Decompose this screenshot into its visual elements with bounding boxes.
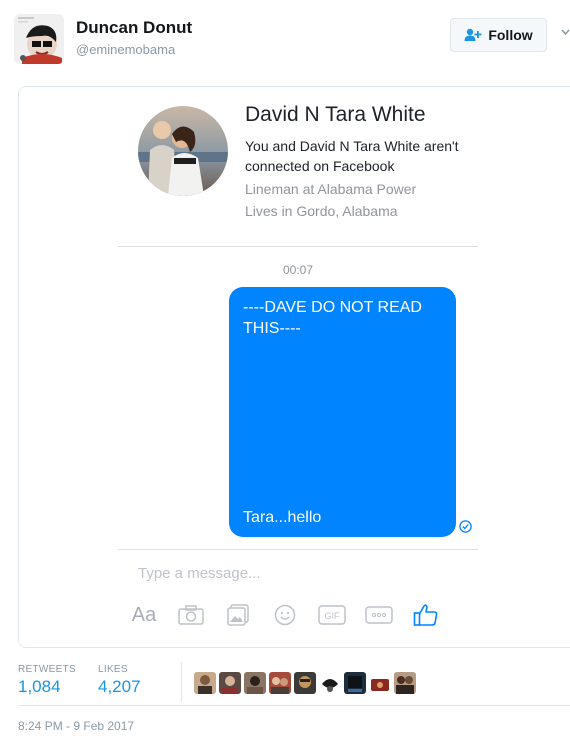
tweet-timestamp[interactable]: 8:24 PM - 9 Feb 2017 xyxy=(18,719,134,733)
retweets-stat[interactable]: RETWEETS 1,084 xyxy=(18,664,76,697)
message-input[interactable]: Type a message... xyxy=(138,565,261,582)
divider xyxy=(18,705,570,706)
divider xyxy=(118,246,478,247)
liker-avatar[interactable] xyxy=(319,672,341,694)
camera-icon[interactable] xyxy=(176,600,206,630)
likes-stat[interactable]: LIKES 4,207 xyxy=(98,664,141,697)
message-timestamp: 00:07 xyxy=(282,263,314,277)
liker-avatar[interactable] xyxy=(194,672,216,694)
likes-count: 4,207 xyxy=(98,677,141,696)
contact-profile-photo xyxy=(138,106,228,196)
gallery-icon[interactable] xyxy=(223,600,253,630)
seen-check-icon xyxy=(459,520,472,533)
connection-note: You and David N Tara White aren't connec… xyxy=(245,138,459,174)
message-text-bottom: Tara...hello xyxy=(243,509,322,526)
contact-name: David N Tara White xyxy=(245,103,426,126)
tweet: Duncan Donut @eminemobama Follow David N… xyxy=(0,0,570,747)
retweets-label: RETWEETS xyxy=(18,664,76,675)
author-avatar[interactable] xyxy=(14,14,64,64)
liker-avatar[interactable] xyxy=(244,672,266,694)
liker-avatar[interactable] xyxy=(369,672,391,694)
contact-location: Lives in Gordo, Alabama xyxy=(245,203,398,219)
gif-label: GIF xyxy=(325,611,341,621)
stats-separator xyxy=(181,662,182,702)
retweets-count: 1,084 xyxy=(18,677,61,696)
chevron-down-icon[interactable] xyxy=(561,27,570,37)
gif-icon[interactable]: GIF xyxy=(317,600,347,630)
emoji-icon[interactable] xyxy=(270,600,300,630)
liker-avatar[interactable] xyxy=(294,672,316,694)
more-icon[interactable] xyxy=(364,600,394,630)
follow-button-label: Follow xyxy=(488,27,533,43)
tweet-stats: RETWEETS 1,084 LIKES 4,207 xyxy=(18,662,570,710)
author-display-name[interactable]: Duncan Donut xyxy=(76,18,192,38)
divider xyxy=(118,549,478,550)
liker-avatar[interactable] xyxy=(219,672,241,694)
attached-screenshot[interactable]: David N Tara White You and David N Tara … xyxy=(18,86,570,648)
liker-avatar[interactable] xyxy=(394,672,416,694)
add-user-icon xyxy=(464,28,482,41)
text-format-icon[interactable]: Aa xyxy=(129,600,159,630)
thumbs-up-icon[interactable] xyxy=(411,600,441,630)
liker-avatar[interactable] xyxy=(269,672,291,694)
message-text-top: ----DAVE DO NOT READ THIS---- xyxy=(243,299,422,337)
contact-work: Lineman at Alabama Power xyxy=(245,181,417,197)
follow-button[interactable]: Follow xyxy=(450,18,547,52)
composer-toolbar: Aa GIF xyxy=(129,600,441,630)
liker-avatars xyxy=(194,672,416,694)
message-bubble: ----DAVE DO NOT READ THIS---- Tara...hel… xyxy=(229,287,456,537)
liker-avatar[interactable] xyxy=(344,672,366,694)
author-handle[interactable]: @eminemobama xyxy=(76,42,175,57)
likes-label: LIKES xyxy=(98,664,128,675)
